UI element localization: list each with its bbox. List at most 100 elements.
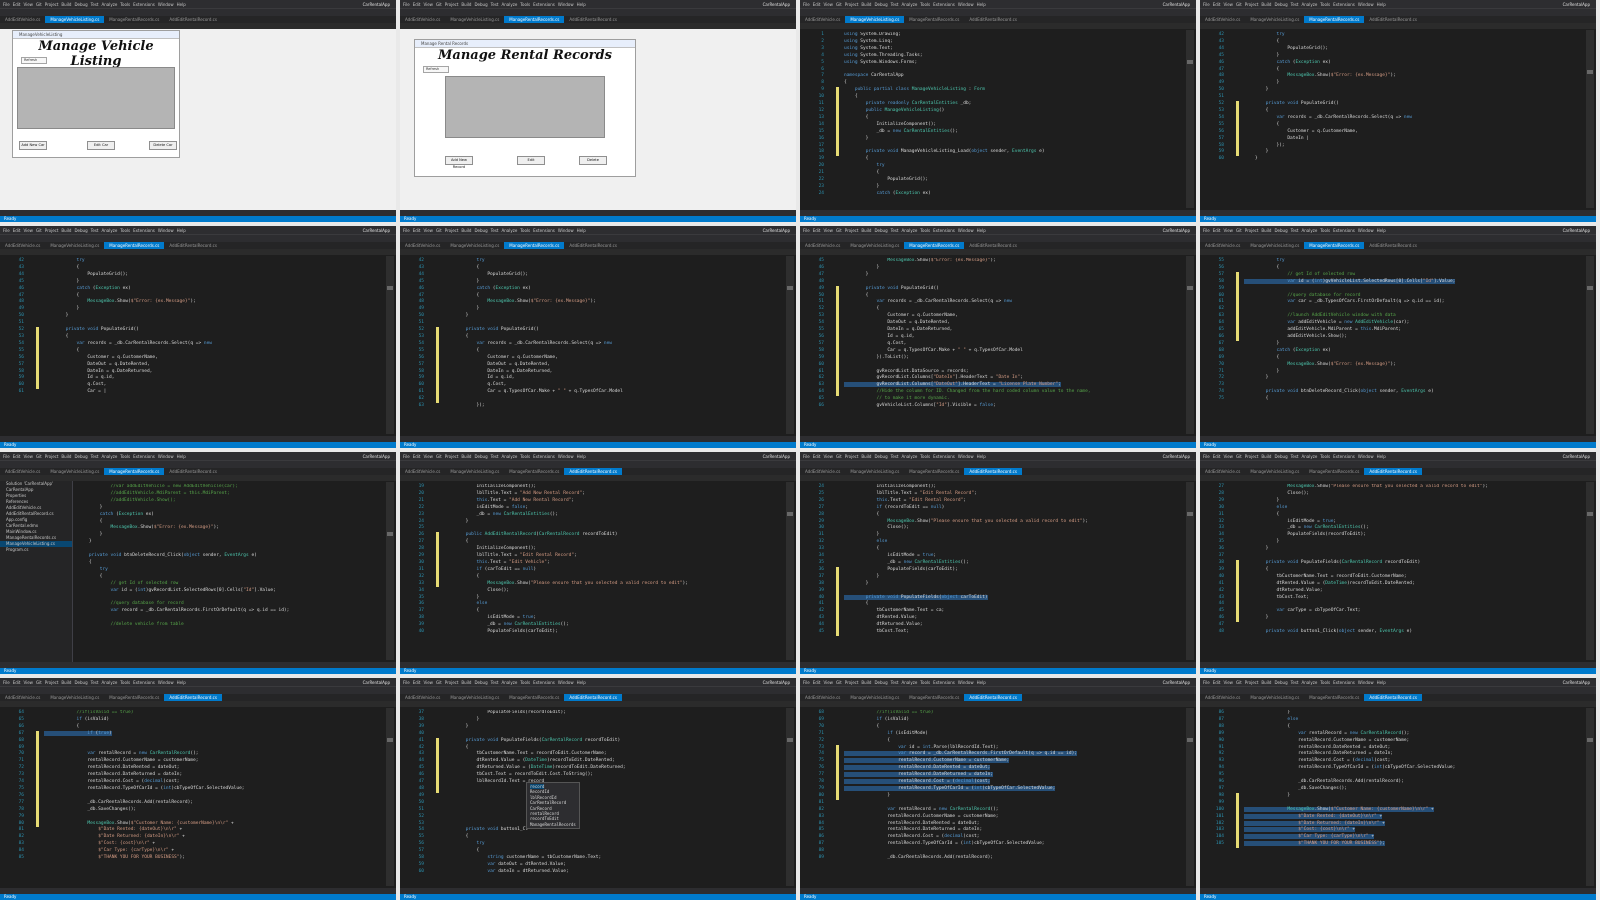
menu-item-test[interactable]: Test bbox=[891, 454, 899, 459]
menu-item-git[interactable]: Git bbox=[1236, 680, 1242, 685]
menu-item-analyze[interactable]: Analyze bbox=[1302, 454, 1318, 459]
tab-addeditrentalrecord-cs[interactable]: AddEditRentalRecord.cs bbox=[164, 16, 222, 23]
menu-item-analyze[interactable]: Analyze bbox=[102, 2, 118, 7]
menu-item-project[interactable]: Project bbox=[445, 680, 459, 685]
menu-item-help[interactable]: Help bbox=[177, 2, 186, 7]
menu-item-build[interactable]: Build bbox=[61, 2, 71, 7]
menu-item-window[interactable]: Window bbox=[958, 680, 974, 685]
code-editor[interactable]: //var addEditVehicle = new AddEditVehicl… bbox=[78, 484, 382, 660]
menu-item-file[interactable]: File bbox=[3, 2, 10, 7]
menu-item-analyze[interactable]: Analyze bbox=[102, 680, 118, 685]
scrollbar-thumb[interactable] bbox=[387, 738, 393, 742]
menu-item-window[interactable]: Window bbox=[958, 2, 974, 7]
tab-addeditvehicle-cs[interactable]: AddEditVehicle.cs bbox=[1200, 242, 1245, 249]
menu-item-project[interactable]: Project bbox=[1245, 2, 1259, 7]
menu-item-git[interactable]: Git bbox=[36, 228, 42, 233]
menu-item-file[interactable]: File bbox=[403, 2, 410, 7]
tab-addeditrentalrecord-cs[interactable]: AddEditRentalRecord.cs bbox=[564, 242, 622, 249]
menu-item-build[interactable]: Build bbox=[61, 228, 71, 233]
scrollbar-thumb[interactable] bbox=[787, 286, 793, 290]
menu-item-build[interactable]: Build bbox=[1261, 228, 1271, 233]
menu-item-help[interactable]: Help bbox=[177, 228, 186, 233]
navigation-bar[interactable] bbox=[0, 701, 396, 707]
menu-item-test[interactable]: Test bbox=[1291, 680, 1299, 685]
code-editor[interactable]: MessageBox.Show($"Error: {ex.Message}");… bbox=[844, 258, 1182, 434]
menu-item-build[interactable]: Build bbox=[1261, 454, 1271, 459]
tab-addeditvehicle-cs[interactable]: AddEditVehicle.cs bbox=[400, 694, 445, 701]
code-editor[interactable]: //if(isValid == true) if (isValid) { if … bbox=[44, 710, 382, 886]
menu-item-tools[interactable]: Tools bbox=[920, 680, 930, 685]
menu-item-help[interactable]: Help bbox=[1377, 680, 1386, 685]
menu-item-debug[interactable]: Debug bbox=[1274, 228, 1287, 233]
menu-item-extensions[interactable]: Extensions bbox=[933, 228, 955, 233]
vertical-scrollbar[interactable] bbox=[1186, 30, 1194, 208]
delete-car-button[interactable]: Delete Car bbox=[149, 141, 177, 150]
menu-item-edit[interactable]: Edit bbox=[13, 680, 21, 685]
menu-item-extensions[interactable]: Extensions bbox=[933, 2, 955, 7]
tab-managerentalrecords-cs[interactable]: ManageRentalRecords.cs bbox=[104, 468, 165, 475]
menu-item-git[interactable]: Git bbox=[836, 680, 842, 685]
menu-item-analyze[interactable]: Analyze bbox=[102, 454, 118, 459]
menu-item-file[interactable]: File bbox=[803, 228, 810, 233]
menu-item-file[interactable]: File bbox=[803, 2, 810, 7]
menu-item-window[interactable]: Window bbox=[558, 228, 574, 233]
menu-item-test[interactable]: Test bbox=[491, 2, 499, 7]
code-editor[interactable]: } else { var rentalRecord = new CarRenta… bbox=[1244, 710, 1582, 886]
vertical-scrollbar[interactable] bbox=[786, 708, 794, 886]
menu-item-debug[interactable]: Debug bbox=[874, 2, 887, 7]
menu-item-debug[interactable]: Debug bbox=[74, 2, 87, 7]
menu-item-edit[interactable]: Edit bbox=[413, 2, 421, 7]
tab-addeditvehicle-cs[interactable]: AddEditVehicle.cs bbox=[800, 16, 845, 23]
tab-managerentalrecords-cs[interactable]: ManageRentalRecords.cs bbox=[904, 16, 964, 23]
vertical-scrollbar[interactable] bbox=[1186, 256, 1194, 434]
code-editor[interactable]: InitializeComponent(); lblTitle.Text = "… bbox=[844, 484, 1182, 660]
navigation-bar[interactable] bbox=[800, 701, 1196, 707]
menu-item-build[interactable]: Build bbox=[461, 228, 471, 233]
scrollbar-thumb[interactable] bbox=[787, 512, 793, 516]
menu-item-test[interactable]: Test bbox=[91, 2, 99, 7]
tab-managevehiclelisting-cs[interactable]: ManageVehicleListing.cs bbox=[445, 242, 504, 249]
tab-addeditvehicle-cs[interactable]: AddEditVehicle.cs bbox=[400, 242, 445, 249]
menu-item-extensions[interactable]: Extensions bbox=[933, 680, 955, 685]
menu-item-project[interactable]: Project bbox=[845, 228, 859, 233]
menu-item-test[interactable]: Test bbox=[91, 680, 99, 685]
tab-addeditrentalrecord-cs[interactable]: AddEditRentalRecord.cs bbox=[964, 468, 1022, 475]
menu-item-git[interactable]: Git bbox=[436, 454, 442, 459]
tab-managevehiclelisting-cs[interactable]: ManageVehicleListing.cs bbox=[1245, 242, 1304, 249]
tab-addeditvehicle-cs[interactable]: AddEditVehicle.cs bbox=[0, 242, 45, 249]
tab-addeditrentalrecord-cs[interactable]: AddEditRentalRecord.cs bbox=[564, 694, 622, 701]
menu-item-window[interactable]: Window bbox=[1358, 454, 1374, 459]
menu-item-project[interactable]: Project bbox=[1245, 454, 1259, 459]
tab-managerentalrecords-cs[interactable]: ManageRentalRecords.cs bbox=[904, 242, 965, 249]
menu-item-extensions[interactable]: Extensions bbox=[933, 454, 955, 459]
menu-item-analyze[interactable]: Analyze bbox=[502, 2, 518, 7]
menu-item-help[interactable]: Help bbox=[1377, 454, 1386, 459]
vertical-scrollbar[interactable] bbox=[386, 482, 394, 660]
menu-item-view[interactable]: View bbox=[23, 680, 33, 685]
tab-addeditrentalrecord-cs[interactable]: AddEditRentalRecord.cs bbox=[164, 242, 222, 249]
solution-explorer[interactable]: Solution 'CarRentalApp' CarRentalApp Prope… bbox=[0, 481, 73, 662]
menu-item-window[interactable]: Window bbox=[558, 680, 574, 685]
menu-item-tools[interactable]: Tools bbox=[1320, 2, 1330, 7]
edit-car-button[interactable]: Edit Car bbox=[87, 141, 115, 150]
menu-item-tools[interactable]: Tools bbox=[920, 228, 930, 233]
menu-item-test[interactable]: Test bbox=[1291, 228, 1299, 233]
menu-item-tools[interactable]: Tools bbox=[520, 228, 530, 233]
menu-item-tools[interactable]: Tools bbox=[120, 454, 130, 459]
menu-item-window[interactable]: Window bbox=[158, 2, 174, 7]
menu-item-git[interactable]: Git bbox=[1236, 2, 1242, 7]
tab-managevehiclelisting-cs[interactable]: ManageVehicleListing.cs bbox=[45, 16, 105, 23]
menu-item-debug[interactable]: Debug bbox=[874, 228, 887, 233]
solution-item[interactable]: Program.cs bbox=[0, 547, 72, 553]
tab-addeditvehicle-cs[interactable]: AddEditVehicle.cs bbox=[0, 694, 45, 701]
menu-item-tools[interactable]: Tools bbox=[520, 454, 530, 459]
tab-managevehiclelisting-cs[interactable]: ManageVehicleListing.cs bbox=[845, 468, 904, 475]
menu-item-help[interactable]: Help bbox=[177, 680, 186, 685]
menu-item-build[interactable]: Build bbox=[461, 2, 471, 7]
form-window[interactable]: Manage Rental Records Manage Rental Recor… bbox=[414, 39, 636, 177]
menu-item-test[interactable]: Test bbox=[891, 2, 899, 7]
menu-item-file[interactable]: File bbox=[3, 680, 10, 685]
menu-item-analyze[interactable]: Analyze bbox=[102, 228, 118, 233]
menu-item-file[interactable]: File bbox=[803, 454, 810, 459]
menu-item-view[interactable]: View bbox=[23, 2, 33, 7]
